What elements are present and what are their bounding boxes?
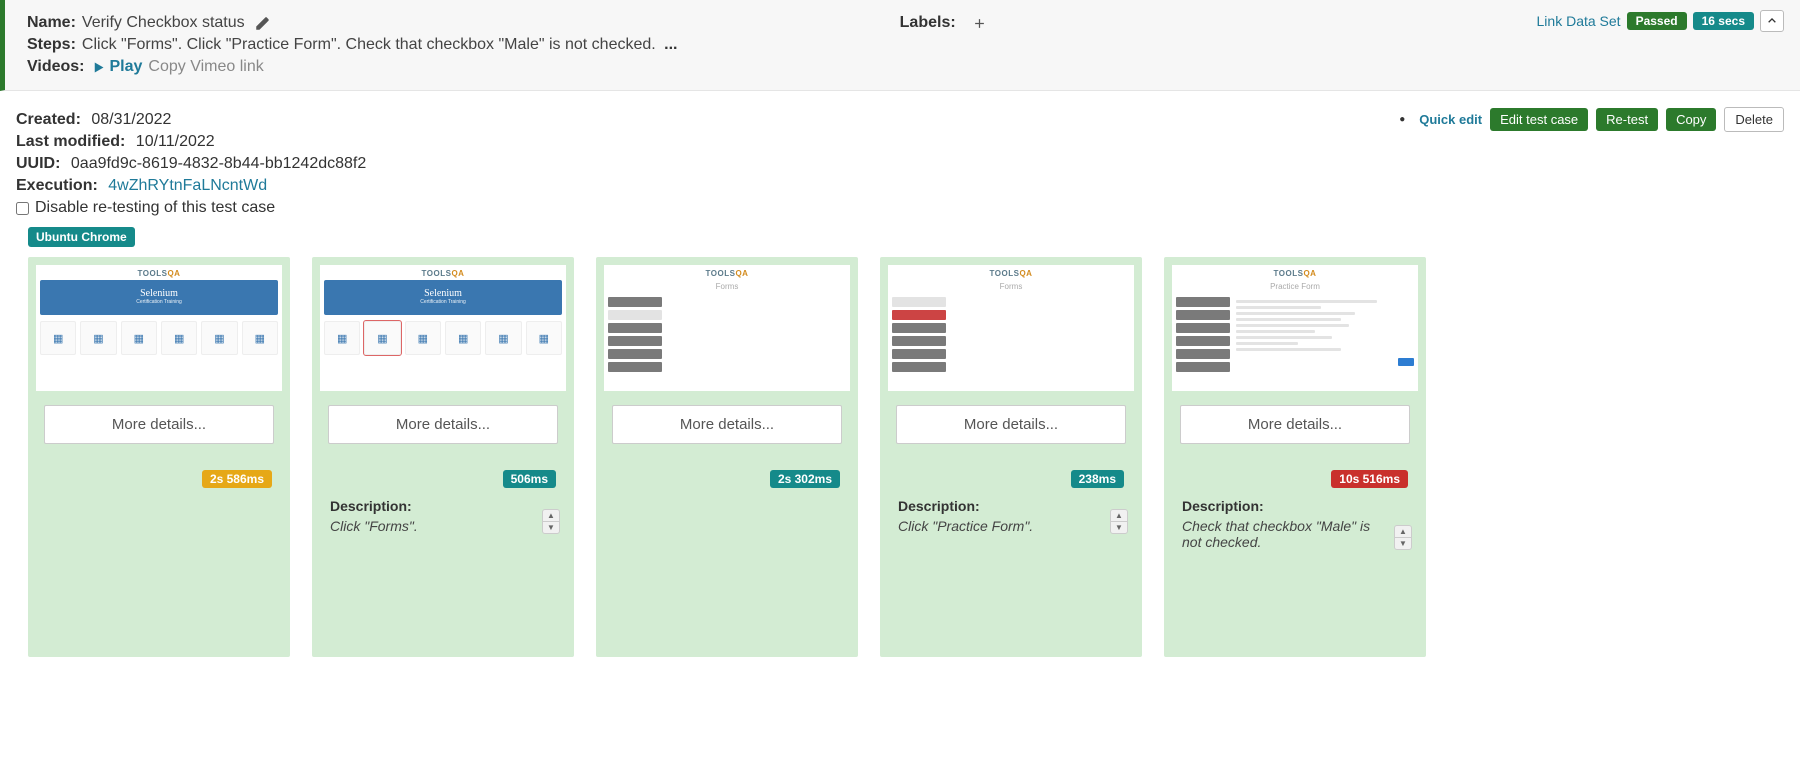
copy-vimeo-link[interactable]: Copy Vimeo link bbox=[148, 58, 263, 76]
steps-value: Click "Forms". Click "Practice Form". Ch… bbox=[82, 36, 656, 54]
description-text: Click "Forms". bbox=[330, 518, 556, 534]
meta-section: Created: 08/31/2022 Last modified: 10/11… bbox=[0, 91, 1800, 227]
name-value: Verify Checkbox status bbox=[82, 14, 245, 32]
step-card: TOOLSQAFormsMore details...2s 302ms bbox=[596, 257, 858, 657]
execution-label: Execution: bbox=[16, 177, 98, 194]
more-details-button[interactable]: More details... bbox=[612, 405, 842, 444]
step-time-badge: 2s 586ms bbox=[202, 470, 272, 488]
retest-button[interactable]: Re-test bbox=[1596, 108, 1658, 131]
more-details-button[interactable]: More details... bbox=[328, 405, 558, 444]
execution-link[interactable]: 4wZhRYtnFaLNcntWd bbox=[108, 177, 267, 194]
description-text: Click "Practice Form". bbox=[898, 518, 1124, 534]
videos-label: Videos: bbox=[27, 58, 85, 76]
step-card: TOOLSQAFormsMore details...238msDescript… bbox=[880, 257, 1142, 657]
disable-retesting-label: Disable re-testing of this test case bbox=[35, 199, 275, 217]
stepper-down-icon[interactable]: ▼ bbox=[1395, 538, 1411, 549]
copy-button[interactable]: Copy bbox=[1666, 108, 1716, 131]
step-time-badge: 2s 302ms bbox=[770, 470, 840, 488]
quick-edit-link[interactable]: Quick edit bbox=[1419, 112, 1482, 127]
add-label-icon[interactable] bbox=[972, 15, 987, 32]
status-badge: Passed bbox=[1627, 12, 1687, 30]
more-details-button[interactable]: More details... bbox=[44, 405, 274, 444]
steps-label: Steps: bbox=[27, 36, 76, 54]
disable-retesting-checkbox[interactable] bbox=[16, 202, 29, 215]
step-time-badge: 10s 516ms bbox=[1331, 470, 1408, 488]
stepper-up-icon[interactable]: ▲ bbox=[543, 510, 559, 522]
step-card: TOOLSQASeleniumCertification Training▦▦▦… bbox=[312, 257, 574, 657]
description-stepper[interactable]: ▲▼ bbox=[1110, 509, 1128, 534]
description-stepper[interactable]: ▲▼ bbox=[1394, 525, 1412, 550]
play-video-link[interactable]: Play bbox=[91, 58, 143, 76]
more-details-button[interactable]: More details... bbox=[896, 405, 1126, 444]
uuid-label: UUID: bbox=[16, 155, 60, 172]
step-time-badge: 506ms bbox=[503, 470, 556, 488]
description-label: Description: bbox=[1182, 498, 1408, 514]
description-text: Check that checkbox "Male" is not checke… bbox=[1182, 518, 1408, 550]
steps-cards: TOOLSQASeleniumCertification Training▦▦▦… bbox=[0, 257, 1800, 677]
step-card: TOOLSQAPractice FormMore details...10s 5… bbox=[1164, 257, 1426, 657]
description-label: Description: bbox=[898, 498, 1124, 514]
description-label: Description: bbox=[330, 498, 556, 514]
link-dataset-link[interactable]: Link Data Set bbox=[1537, 13, 1621, 29]
step-card: TOOLSQASeleniumCertification Training▦▦▦… bbox=[28, 257, 290, 657]
bullet-icon: ● bbox=[1399, 114, 1405, 125]
delete-button[interactable]: Delete bbox=[1724, 107, 1784, 132]
modified-label: Last modified: bbox=[16, 133, 125, 150]
step-time-badge: 238ms bbox=[1071, 470, 1124, 488]
collapse-toggle[interactable] bbox=[1760, 10, 1784, 32]
name-label: Name: bbox=[27, 14, 76, 32]
play-label: Play bbox=[110, 58, 143, 76]
stepper-up-icon[interactable]: ▲ bbox=[1111, 510, 1127, 522]
created-label: Created: bbox=[16, 111, 81, 128]
more-details-button[interactable]: More details... bbox=[1180, 405, 1410, 444]
duration-badge: 16 secs bbox=[1693, 12, 1754, 30]
description-stepper[interactable]: ▲▼ bbox=[542, 509, 560, 534]
edit-name-icon[interactable] bbox=[255, 15, 270, 32]
modified-value: 10/11/2022 bbox=[136, 133, 215, 150]
steps-expand-icon[interactable]: ... bbox=[660, 36, 678, 54]
stepper-down-icon[interactable]: ▼ bbox=[1111, 522, 1127, 533]
stepper-up-icon[interactable]: ▲ bbox=[1395, 526, 1411, 538]
uuid-value: 0aa9fd9c-8619-4832-8b44-bb1242dc88f2 bbox=[71, 155, 366, 172]
edit-test-case-button[interactable]: Edit test case bbox=[1490, 108, 1588, 131]
stepper-down-icon[interactable]: ▼ bbox=[543, 522, 559, 533]
environment-tag[interactable]: Ubuntu Chrome bbox=[28, 227, 135, 247]
labels-label: Labels: bbox=[900, 14, 956, 32]
test-case-header: Name: Verify Checkbox status Labels: Ste… bbox=[0, 0, 1800, 91]
created-value: 08/31/2022 bbox=[91, 111, 171, 128]
